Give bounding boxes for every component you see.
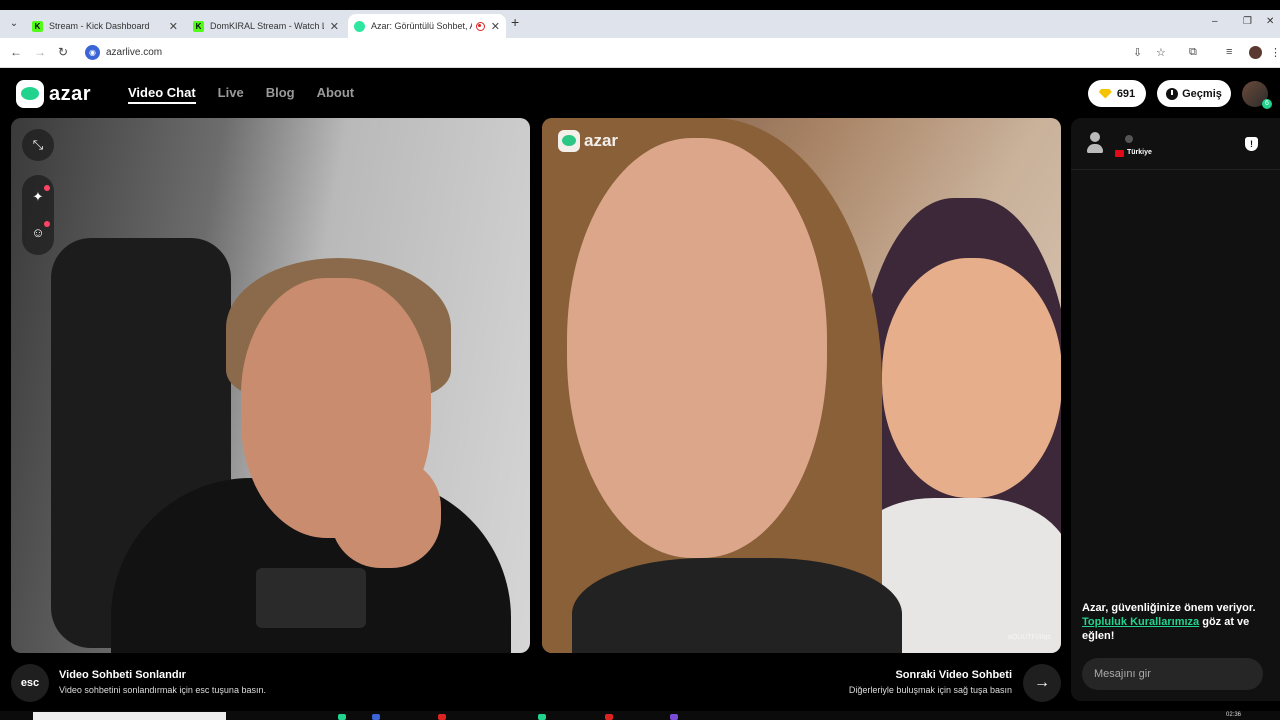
face-filter-icon[interactable]: ☺ (30, 225, 46, 241)
effects-toolbar: ✦ ☺ (22, 175, 54, 255)
person-face (567, 138, 827, 558)
report-shield-icon[interactable]: ! (1245, 137, 1258, 151)
main-nav: Video Chat Live Blog About (128, 85, 354, 104)
safety-notice: Azar, güvenliğinize önem veriyor. Toplul… (1082, 601, 1272, 643)
user-avatar[interactable] (1242, 81, 1272, 109)
taskbar-app-icon[interactable] (670, 714, 678, 720)
end-chat-subtitle: Video sohbetini sonlandırmak için esc tu… (59, 685, 266, 695)
new-tab-icon[interactable]: + (511, 14, 519, 30)
history-button[interactable]: Geçmiş (1157, 80, 1231, 107)
effects-notification-dot (44, 185, 50, 191)
gems-button[interactable]: 691 (1088, 80, 1146, 107)
person-hand (331, 458, 441, 568)
minimize-icon[interactable]: – (1212, 16, 1218, 27)
back-icon[interactable]: ← (10, 45, 22, 59)
end-chat-button[interactable]: esc (11, 664, 49, 702)
tab-close-icon[interactable]: ✕ (491, 20, 500, 33)
message-input[interactable] (1082, 658, 1263, 690)
url-field[interactable]: azarlive.com (106, 47, 162, 58)
shirt-print (256, 568, 366, 628)
safety-text: Azar, güvenliğinize önem veriyor. (1082, 602, 1256, 614)
local-video: ⤡ ✦ ☺ (11, 118, 530, 653)
next-chat-info: Sonraki Video Sohbeti Diğerleriyle buluş… (812, 669, 1012, 709)
tab-title: Azar: Görüntülü Sohbet, Arl (371, 21, 472, 31)
history-label: Geçmiş (1182, 87, 1222, 100)
tab-kick-dashboard[interactable]: K Stream - Kick Dashboard ✕ (26, 14, 184, 38)
nav-about[interactable]: About (317, 85, 355, 104)
chat-panel: Türkiye ! Azar, güvenliğinize önem veriy… (1071, 118, 1280, 701)
address-bar: ← → ↻ ◉ azarlive.com ⇩ ☆ ⧉ ≡ ⋮ (0, 38, 1280, 68)
media-controls-icon[interactable]: ≡ (1226, 46, 1232, 58)
clock-icon (1166, 87, 1179, 100)
turkey-flag-icon (1115, 150, 1124, 157)
taskbar-app-icon[interactable] (605, 714, 613, 720)
azar-logo-icon (16, 80, 44, 108)
azar-logo[interactable]: azar (16, 80, 91, 108)
watermark-id: aQUUTF00qs (1007, 634, 1051, 641)
person-body (572, 558, 902, 653)
tab-title: Stream - Kick Dashboard (49, 21, 150, 31)
azar-app: azar Video Chat Live Blog About 691 Geçm… (0, 69, 1280, 711)
bookmark-star-icon[interactable]: ☆ (1156, 46, 1166, 59)
reload-icon[interactable]: ↻ (58, 45, 68, 59)
logo-text: azar (49, 82, 92, 105)
gem-count: 691 (1116, 87, 1136, 100)
nav-live[interactable]: Live (218, 85, 244, 104)
tab-title: DomKIRAL Stream - Watch Live (210, 21, 324, 31)
site-info-icon[interactable]: ◉ (85, 45, 100, 60)
remote-video: azar aQUUTF00qs (542, 118, 1061, 653)
taskbar-app-icon[interactable] (372, 714, 380, 720)
partner-info: Türkiye ! (1071, 118, 1280, 170)
close-window-icon[interactable]: ✕ (1266, 16, 1274, 27)
next-chat-arrow-icon[interactable]: → (1023, 664, 1061, 702)
nav-video-chat[interactable]: Video Chat (128, 85, 196, 104)
tab-domkiral-stream[interactable]: K DomKIRAL Stream - Watch Live ✕ (187, 14, 345, 38)
watermark-text: azar (584, 131, 619, 150)
restore-icon[interactable]: ❐ (1243, 16, 1252, 27)
next-chat-title: Sonraki Video Sohbeti (895, 669, 1012, 681)
tab-close-icon[interactable]: ✕ (330, 20, 339, 33)
taskbar-preview (33, 712, 226, 720)
azar-favicon-icon (354, 20, 365, 32)
azar-logo-icon (558, 130, 580, 152)
kick-favicon-icon: K (32, 20, 43, 32)
partner-avatar-icon[interactable] (1087, 132, 1103, 154)
partner-badge-icon (1125, 135, 1133, 143)
end-chat-info: Video Sohbeti Sonlandır Video sohbetini … (59, 669, 266, 709)
taskbar-app-icon[interactable] (438, 714, 446, 720)
tab-bar: ⌄ K Stream - Kick Dashboard ✕ K DomKIRAL… (0, 10, 1280, 38)
screen-top-edge (0, 0, 1280, 10)
browser-profile-avatar[interactable] (1249, 46, 1262, 59)
minimize-video-button[interactable]: ⤡ (22, 129, 54, 161)
end-chat-title: Video Sohbeti Sonlandır (59, 669, 186, 681)
tab-azar[interactable]: Azar: Görüntülü Sohbet, Arl ✕ (348, 14, 506, 38)
recording-icon (475, 21, 485, 31)
tab-search-icon[interactable]: ⌄ (6, 16, 22, 32)
taskbar-clock: 02:36 (1226, 712, 1242, 718)
kick-favicon-icon: K (193, 20, 204, 32)
azar-watermark: azar (558, 130, 618, 152)
partner-country: Türkiye (1127, 149, 1152, 156)
os-taskbar: 02:36 (0, 711, 1280, 720)
gem-icon (1098, 88, 1112, 99)
tab-close-icon[interactable]: ✕ (169, 20, 178, 33)
filter-notification-dot (44, 221, 50, 227)
community-rules-link[interactable]: Topluluk Kurallarımıza (1082, 616, 1199, 628)
extensions-icon[interactable]: ⧉ (1189, 46, 1197, 59)
nav-blog[interactable]: Blog (266, 85, 295, 104)
taskbar-app-icon[interactable] (538, 714, 546, 720)
forward-icon[interactable]: → (34, 45, 46, 59)
browser-menu-icon[interactable]: ⋮ (1270, 46, 1280, 59)
sparkle-effects-icon[interactable]: ✦ (30, 189, 46, 205)
next-chat-subtitle: Diğerleriyle buluşmak için sağ tuşa bası… (848, 685, 1012, 695)
taskbar-app-icon[interactable] (338, 714, 346, 720)
person-face (882, 258, 1061, 498)
install-app-icon[interactable]: ⇩ (1133, 46, 1142, 59)
